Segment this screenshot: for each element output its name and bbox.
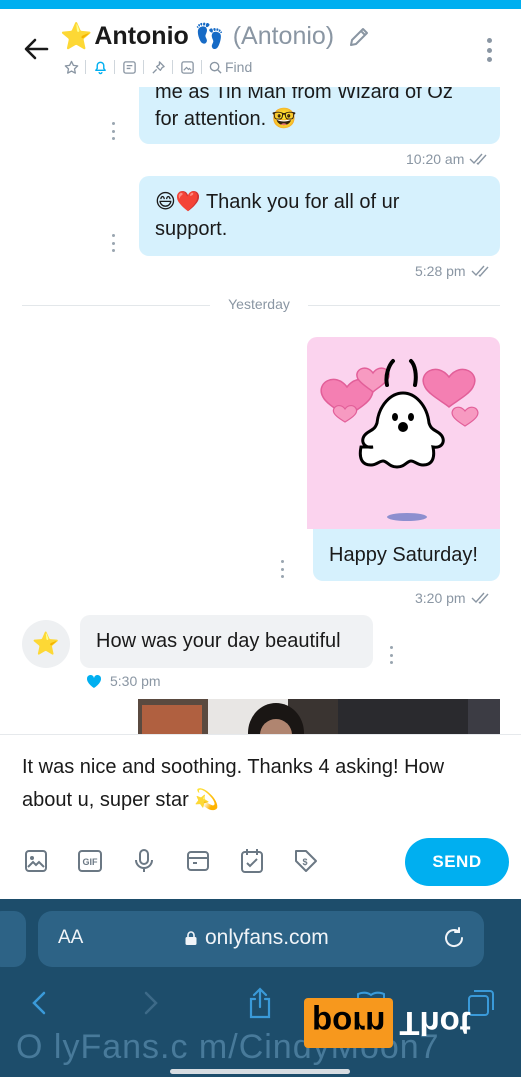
more-vertical-icon[interactable] [479, 35, 499, 65]
back-button[interactable] [20, 33, 52, 65]
browser-forward-icon[interactable] [134, 985, 168, 1021]
browser-bar: AA onlyfans.com O lyFans.c m/CindyMoon7 [0, 899, 521, 1077]
back-arrow-icon [24, 38, 49, 60]
date-divider: Yesterday [22, 296, 500, 312]
outgoing-message-bubble[interactable]: me as Tin Man from Wizard of Oz for atte… [139, 87, 500, 144]
browser-back-icon[interactable] [22, 985, 56, 1021]
lock-icon [185, 931, 197, 945]
url-text: onlyfans.com [205, 926, 329, 949]
message-text-line: for attention. 🤓 [155, 108, 297, 130]
reload-icon[interactable] [442, 926, 466, 950]
avatar[interactable]: ⭐ [22, 620, 70, 668]
message-input-line: It was nice and soothing. Thanks 4 askin… [22, 756, 445, 778]
find-label: Find [225, 59, 253, 75]
double-check-icon [471, 592, 489, 605]
chat-header: ⭐ Antonio 👣 (Antonio) Find [0, 9, 521, 87]
bell-icon[interactable] [89, 57, 111, 77]
svg-text:$: $ [302, 857, 307, 867]
address-bar[interactable]: AA onlyfans.com [38, 911, 484, 967]
message-meta: 3:20 pm [415, 590, 495, 606]
pencil-icon[interactable] [348, 26, 370, 48]
date-divider-label: Yesterday [228, 296, 290, 312]
message-thread[interactable]: me as Tin Man from Wizard of Oz for atte… [0, 87, 521, 734]
home-indicator [170, 1069, 350, 1074]
message-text-line: support. [155, 218, 228, 240]
message-options-icon[interactable] [110, 234, 116, 252]
previous-tab[interactable] [0, 911, 26, 967]
media-icon[interactable] [176, 57, 198, 77]
message-time: 3:20 pm [415, 590, 466, 606]
title-feet-emoji: 👣 [194, 23, 225, 50]
image-icon[interactable] [22, 847, 50, 875]
message-meta: 5:28 pm [415, 263, 495, 279]
incoming-message-bubble[interactable]: How was your day beautiful [80, 615, 373, 668]
message-time: 5:28 pm [415, 263, 466, 279]
message-input[interactable]: It was nice and soothing. Thanks 4 askin… [22, 751, 492, 817]
message-options-icon[interactable] [279, 560, 285, 578]
watermark-logo: porn Thot [304, 998, 471, 1048]
avatar-star-emoji: ⭐ [32, 631, 60, 656]
message-meta: 5:30 pm [86, 673, 161, 689]
message-meta: 10:20 am [406, 151, 493, 167]
send-button[interactable]: SEND [405, 838, 509, 886]
find-button[interactable]: Find [209, 59, 252, 75]
message-text-line: me as Tin Man from Wizard of Oz [155, 87, 453, 103]
message-time: 5:30 pm [110, 673, 161, 689]
contact-name: Antonio [94, 22, 189, 50]
schedule-icon[interactable] [238, 847, 266, 875]
note-icon[interactable] [118, 57, 140, 77]
reader-settings-button[interactable]: AA [58, 927, 83, 949]
pink-heart-ghost-sticker[interactable] [307, 337, 500, 529]
composer-toolbar: GIF $ [22, 847, 346, 875]
vault-icon[interactable] [184, 847, 212, 875]
outgoing-message-bubble[interactable]: 😄❤️ Thank you for all of ur support. [139, 176, 500, 256]
message-time: 10:20 am [406, 151, 465, 167]
watermark-logo-part: porn [304, 998, 394, 1048]
microphone-icon[interactable] [130, 847, 158, 875]
chat-tools-row: Find [60, 57, 252, 77]
pin-icon[interactable] [147, 57, 169, 77]
share-icon[interactable] [243, 985, 277, 1021]
double-check-icon [471, 265, 489, 278]
gif-icon[interactable]: GIF [76, 847, 104, 875]
contact-alias: (Antonio) [232, 22, 335, 50]
top-accent-bar [0, 0, 521, 9]
message-options-icon[interactable] [110, 122, 116, 140]
price-tag-icon[interactable]: $ [292, 847, 320, 875]
photo-message[interactable] [138, 699, 500, 734]
message-text: Happy Saturday! [329, 543, 478, 566]
heart-icon[interactable] [86, 674, 102, 689]
message-text: How was your day beautiful [96, 630, 341, 652]
message-text-line: 😄❤️ Thank you for all of ur [155, 191, 400, 213]
svg-text:GIF: GIF [83, 857, 99, 867]
message-options-icon[interactable] [388, 646, 394, 664]
search-icon [209, 61, 222, 74]
message-composer: It was nice and soothing. Thanks 4 askin… [0, 734, 521, 899]
star-icon[interactable] [60, 57, 82, 77]
message-input-line: about u, super star 💫 [22, 789, 220, 811]
watermark-logo-part: Thot [399, 1005, 471, 1042]
title-star-emoji: ⭐ [60, 21, 93, 51]
chat-title[interactable]: ⭐ Antonio 👣 (Antonio) [60, 21, 370, 52]
double-check-icon [469, 153, 487, 166]
outgoing-message-bubble[interactable]: Happy Saturday! [313, 529, 500, 581]
url-display[interactable]: onlyfans.com [184, 926, 329, 950]
